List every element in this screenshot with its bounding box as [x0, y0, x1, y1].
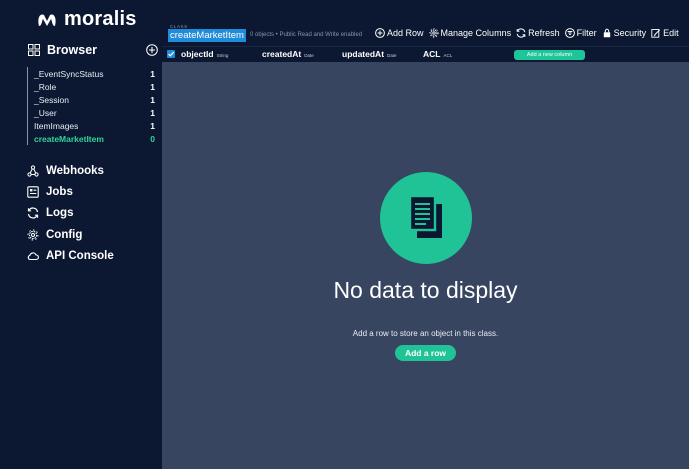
- cloud-icon: [27, 252, 39, 260]
- column-name: updatedAt: [342, 49, 385, 59]
- plus-circle-icon: [375, 28, 385, 38]
- sidebar: moralis Browser _EventSyncStatus 1 _Role…: [0, 0, 162, 469]
- column-type: Date: [304, 53, 314, 58]
- sidebar-item-logs[interactable]: Logs: [27, 203, 114, 224]
- nav-label: Logs: [46, 207, 74, 220]
- action-label: Add Row: [387, 28, 424, 38]
- edit-button[interactable]: Edit: [651, 28, 679, 38]
- column-header-row: objectId String createdAt Date updatedAt Da…: [162, 46, 689, 62]
- lock-icon: [603, 28, 610, 38]
- class-title[interactable]: createMarketItem: [168, 29, 246, 42]
- moralis-logo-icon: [38, 14, 56, 26]
- column-name: objectId: [181, 49, 214, 59]
- grid-icon: [28, 44, 40, 56]
- toolbar: CLASS createMarketItem 0 objects • Publi…: [162, 0, 689, 46]
- class-list: _EventSyncStatus 1 _Role 1 _Session 1 _U…: [27, 67, 155, 145]
- refresh-button[interactable]: Refresh: [516, 28, 560, 38]
- class-name: createMarketItem: [34, 133, 104, 144]
- column-updatedat[interactable]: updatedAt Date: [342, 49, 397, 59]
- class-name: _EventSyncStatus: [34, 68, 104, 79]
- class-count: 1: [150, 107, 155, 118]
- sidebar-item-config[interactable]: Config: [27, 224, 114, 245]
- browser-label[interactable]: Browser: [47, 43, 97, 57]
- class-name: _User: [34, 107, 57, 118]
- gear-icon: [428, 28, 439, 38]
- nav-label: Config: [46, 228, 83, 241]
- class-name: ItemImages: [34, 120, 79, 131]
- documents-icon: [408, 194, 442, 238]
- action-label: Security: [613, 28, 647, 38]
- class-item-eventsyncstatus[interactable]: _EventSyncStatus 1: [28, 67, 155, 80]
- empty-state-icon: [380, 172, 472, 264]
- column-objectid[interactable]: objectId String: [181, 49, 228, 59]
- nav-label: API Console: [46, 249, 114, 262]
- add-column-button[interactable]: Add a new column: [514, 50, 585, 60]
- brand-name: moralis: [64, 8, 137, 30]
- class-item-user[interactable]: _User 1: [28, 106, 155, 119]
- class-item-createmarketitem[interactable]: createMarketItem 0: [28, 132, 155, 145]
- sidebar-item-jobs[interactable]: Jobs: [27, 181, 114, 202]
- logs-icon: [27, 207, 39, 219]
- column-createdat[interactable]: createdAt Date: [262, 49, 314, 59]
- nav-label: Jobs: [46, 185, 73, 198]
- toolbar-actions: Add Row Manage Columns Refresh Filter Se…: [375, 28, 684, 38]
- action-label: Manage Columns: [440, 28, 512, 38]
- column-type: ACL: [443, 53, 453, 58]
- check-icon: [168, 51, 175, 57]
- add-row-button[interactable]: Add Row: [375, 28, 424, 38]
- sidebar-nav: Webhooks Jobs Logs Config API Console: [27, 160, 114, 266]
- class-item-itemimages[interactable]: ItemImages 1: [28, 119, 155, 132]
- column-name: ACL: [423, 49, 441, 59]
- browser-section: Browser: [28, 43, 158, 57]
- nav-label: Webhooks: [46, 164, 104, 177]
- edit-icon: [651, 29, 661, 38]
- class-count: 1: [150, 120, 155, 131]
- class-meta: 0 objects • Public Read and Write enable…: [250, 32, 363, 38]
- gear-icon: [27, 229, 39, 240]
- class-count: 1: [150, 94, 155, 105]
- action-label: Edit: [663, 28, 679, 38]
- class-count: 0: [150, 133, 155, 144]
- add-class-icon[interactable]: [146, 44, 158, 56]
- empty-state-title: No data to display: [333, 277, 518, 303]
- refresh-icon: [516, 28, 526, 38]
- column-type: Date: [387, 53, 397, 58]
- action-label: Filter: [576, 28, 597, 38]
- security-button[interactable]: Security: [602, 28, 647, 38]
- sidebar-item-webhooks[interactable]: Webhooks: [27, 160, 114, 181]
- add-a-row-button[interactable]: Add a row: [395, 345, 456, 361]
- jobs-icon: [27, 186, 39, 198]
- manage-columns-button[interactable]: Manage Columns: [428, 28, 512, 38]
- logo[interactable]: moralis: [36, 8, 137, 31]
- empty-state-subtitle: Add a row to store an object in this cla…: [352, 329, 499, 338]
- class-name: _Session: [34, 94, 69, 105]
- class-count: 1: [150, 68, 155, 79]
- class-count: 1: [150, 81, 155, 92]
- column-acl[interactable]: ACL ACL: [423, 49, 452, 59]
- select-all-checkbox[interactable]: [167, 50, 175, 58]
- class-item-role[interactable]: _Role 1: [28, 80, 155, 93]
- class-name: _Role: [34, 81, 57, 92]
- column-name: createdAt: [262, 49, 302, 59]
- filter-button[interactable]: Filter: [564, 28, 597, 38]
- class-item-session[interactable]: _Session 1: [28, 93, 155, 106]
- sidebar-item-api-console[interactable]: API Console: [27, 245, 114, 266]
- action-label: Refresh: [528, 28, 560, 38]
- webhook-icon: [27, 165, 39, 177]
- column-type: String: [216, 53, 229, 58]
- filter-icon: [564, 28, 575, 38]
